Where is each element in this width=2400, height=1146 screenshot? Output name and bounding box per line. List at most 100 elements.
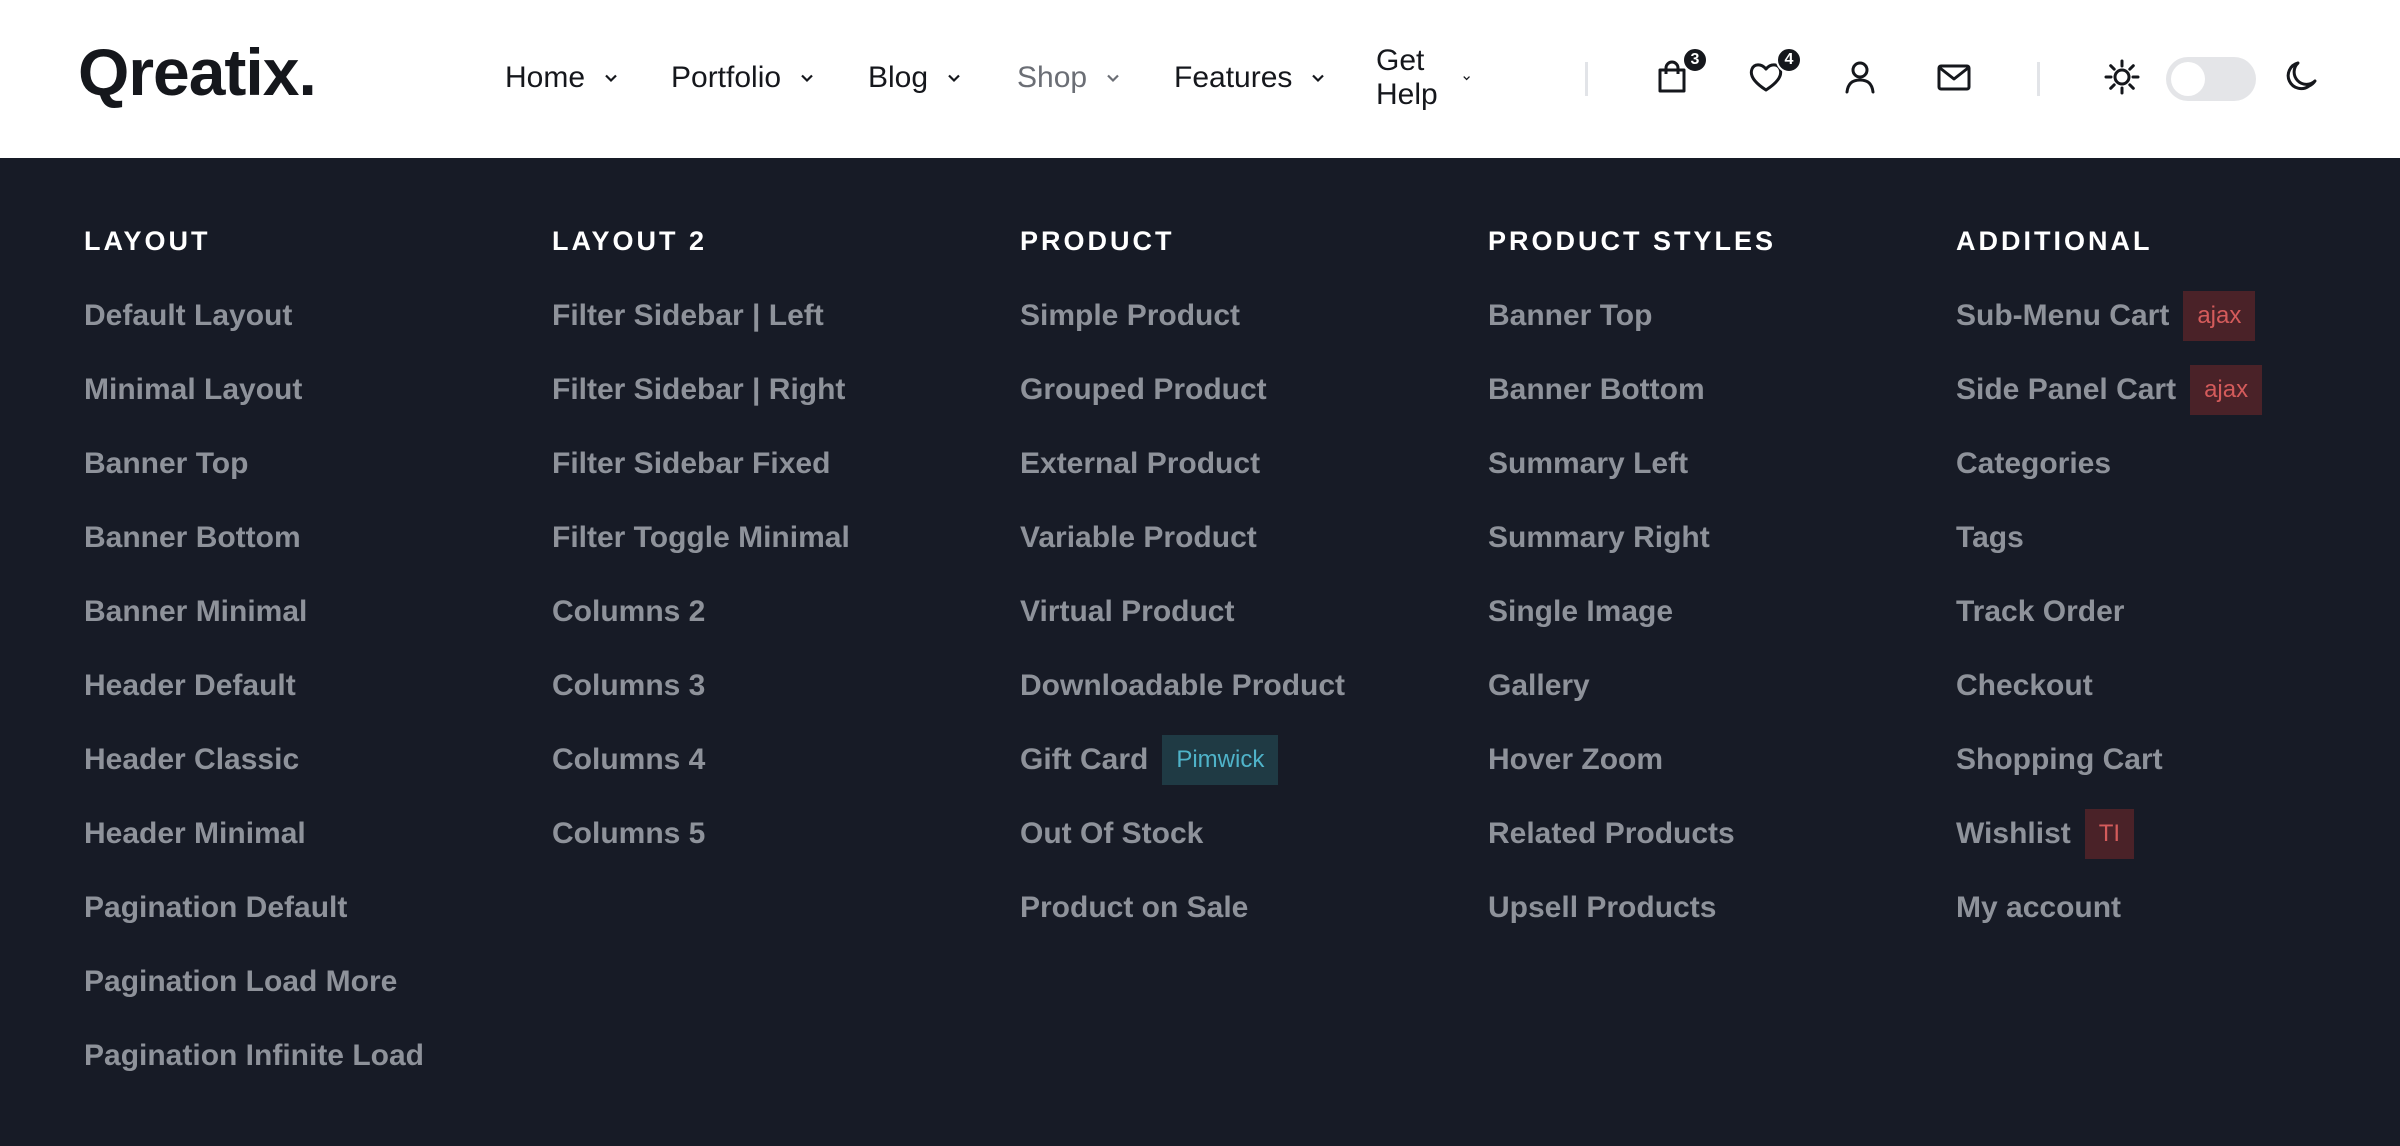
menu-link[interactable]: Sub-Menu Cart ajax bbox=[1956, 291, 2256, 341]
menu-link[interactable]: Header Default bbox=[84, 666, 296, 706]
menu-link[interactable]: Filter Toggle Minimal bbox=[552, 518, 850, 558]
plugin-badge: TI bbox=[2084, 809, 2135, 859]
menu-link[interactable]: Summary Right bbox=[1488, 518, 1710, 558]
menu-link[interactable]: Single Image bbox=[1488, 592, 1673, 632]
menu-link[interactable]: Pagination Infinite Load bbox=[84, 1036, 424, 1076]
menu-link[interactable]: External Product bbox=[1020, 444, 1260, 484]
menu-link-label: Variable Product bbox=[1020, 521, 1257, 554]
menu-link[interactable]: Wishlist TI bbox=[1956, 809, 2135, 859]
menu-link[interactable]: Gift Card Pimwick bbox=[1020, 735, 1279, 785]
menu-link[interactable]: Default Layout bbox=[84, 296, 292, 336]
menu-link[interactable]: Filter Sidebar | Right bbox=[552, 370, 845, 410]
menu-link[interactable]: Banner Top bbox=[84, 444, 248, 484]
menu-link[interactable]: Gallery bbox=[1488, 666, 1590, 706]
menu-link-label: Upsell Products bbox=[1488, 891, 1717, 924]
menu-link[interactable]: Header Minimal bbox=[84, 814, 306, 854]
menu-link-label: Default Layout bbox=[84, 299, 293, 332]
menu-link-label: Summary Left bbox=[1488, 447, 1689, 480]
menu-link[interactable]: Variable Product bbox=[1020, 518, 1257, 558]
menu-link[interactable]: Columns 2 bbox=[552, 592, 705, 632]
contact-button[interactable] bbox=[1932, 55, 1976, 99]
menu-link[interactable]: Downloadable Product bbox=[1020, 666, 1345, 706]
menu-link-label: Header Minimal bbox=[84, 817, 306, 850]
menu-link[interactable]: Grouped Product bbox=[1020, 370, 1267, 410]
menu-link-label: Gallery bbox=[1488, 669, 1590, 702]
menu-link-label: Banner Top bbox=[1488, 299, 1653, 332]
menu-link[interactable]: Pagination Load More bbox=[84, 962, 397, 1002]
menu-link[interactable]: Hover Zoom bbox=[1488, 740, 1663, 780]
menu-link-label: Banner Bottom bbox=[84, 521, 301, 554]
menu-link-label: Columns 4 bbox=[552, 743, 706, 776]
nav-shop-label: Shop bbox=[1017, 61, 1088, 94]
menu-link[interactable]: Banner Bottom bbox=[1488, 370, 1705, 410]
dark-mode-button[interactable] bbox=[2279, 55, 2323, 99]
nav-portfolio-label: Portfolio bbox=[671, 61, 782, 94]
menu-link[interactable]: Virtual Product bbox=[1020, 592, 1234, 632]
menu-link[interactable]: Columns 3 bbox=[552, 666, 705, 706]
menu-link[interactable]: Product on Sale bbox=[1020, 888, 1248, 928]
menu-link-label: Banner Minimal bbox=[84, 595, 308, 628]
cart-button[interactable]: 3 bbox=[1650, 47, 1708, 99]
menu-link[interactable]: Checkout bbox=[1956, 666, 2093, 706]
menu-link-label: Banner Top bbox=[84, 447, 249, 480]
nav-blog[interactable]: Blog bbox=[868, 58, 962, 98]
menu-link[interactable]: Tags bbox=[1956, 518, 2024, 558]
menu-link[interactable]: Shopping Cart bbox=[1956, 740, 2163, 780]
menu-link[interactable]: Banner Minimal bbox=[84, 592, 307, 632]
nav-shop[interactable]: Shop bbox=[1017, 58, 1121, 98]
account-button[interactable] bbox=[1838, 55, 1882, 99]
chevron-down-icon bbox=[948, 74, 960, 83]
menu-link-label: Out Of Stock bbox=[1020, 817, 1204, 850]
menu-link-label: Track Order bbox=[1956, 595, 2125, 628]
menu-link[interactable]: Side Panel Cart ajax bbox=[1956, 365, 2263, 415]
menu-link[interactable]: Filter Sidebar | Left bbox=[552, 296, 824, 336]
plugin-badge: Pimwick bbox=[1162, 735, 1279, 785]
menu-link-label: Product on Sale bbox=[1020, 891, 1249, 924]
menu-link[interactable]: Simple Product bbox=[1020, 296, 1240, 336]
menu-link[interactable]: Categories bbox=[1956, 444, 2111, 484]
nav-blog-label: Blog bbox=[868, 61, 929, 94]
menu-link[interactable]: Banner Bottom bbox=[84, 518, 301, 558]
nav-get-help-label: Get Help bbox=[1376, 44, 1438, 111]
menu-link[interactable]: Banner Top bbox=[1488, 296, 1652, 336]
theme-toggle[interactable] bbox=[2166, 57, 2256, 101]
wishlist-button[interactable]: 4 bbox=[1744, 47, 1802, 99]
menu-link[interactable]: Related Products bbox=[1488, 814, 1735, 854]
chevron-down-icon bbox=[1463, 76, 1471, 81]
nav-portfolio[interactable]: Portfolio bbox=[671, 58, 815, 98]
nav-features[interactable]: Features bbox=[1174, 58, 1326, 98]
nav-get-help[interactable]: Get Help bbox=[1376, 44, 1472, 111]
menu-link[interactable]: Minimal Layout bbox=[84, 370, 302, 410]
chevron-down-icon bbox=[1312, 74, 1325, 83]
menu-link[interactable]: Pagination Default bbox=[84, 888, 347, 928]
menu-link-label: Single Image bbox=[1488, 595, 1674, 628]
menu-link[interactable]: Upsell Products bbox=[1488, 888, 1716, 928]
menu-link[interactable]: Summary Left bbox=[1488, 444, 1688, 484]
site-logo[interactable]: Qreatix. bbox=[78, 34, 317, 110]
menu-link[interactable]: Header Classic bbox=[84, 740, 299, 780]
menu-link-label: Sub-Menu Cart bbox=[1956, 299, 2170, 332]
menu-link-label: Downloadable Product bbox=[1020, 669, 1346, 702]
menu-link-label: Filter Sidebar | Right bbox=[552, 373, 846, 406]
menu-link-label: Minimal Layout bbox=[84, 373, 303, 406]
menu-link[interactable]: Columns 4 bbox=[552, 740, 705, 780]
menu-link-label: Categories bbox=[1956, 447, 2112, 480]
chevron-down-icon bbox=[1107, 74, 1119, 83]
menu-link-label: Banner Bottom bbox=[1488, 373, 1705, 406]
menu-link-label: Header Classic bbox=[84, 743, 300, 776]
ajax-badge: ajax bbox=[2183, 291, 2256, 341]
light-mode-button[interactable] bbox=[2100, 55, 2144, 99]
column-title: PRODUCT bbox=[1020, 226, 1175, 256]
menu-link[interactable]: Out Of Stock bbox=[1020, 814, 1203, 854]
header-divider bbox=[2037, 62, 2040, 96]
menu-link[interactable]: Filter Sidebar Fixed bbox=[552, 444, 830, 484]
column-title: LAYOUT 2 bbox=[552, 226, 708, 256]
user-icon bbox=[1845, 61, 1875, 94]
menu-link[interactable]: My account bbox=[1956, 888, 2121, 928]
nav-features-label: Features bbox=[1174, 61, 1293, 94]
nav-home[interactable]: Home bbox=[505, 58, 619, 98]
menu-link[interactable]: Track Order bbox=[1956, 592, 2124, 632]
menu-link[interactable]: Columns 5 bbox=[552, 814, 705, 854]
menu-link-label: Hover Zoom bbox=[1488, 743, 1664, 776]
menu-link-label: Pagination Infinite Load bbox=[84, 1039, 424, 1072]
